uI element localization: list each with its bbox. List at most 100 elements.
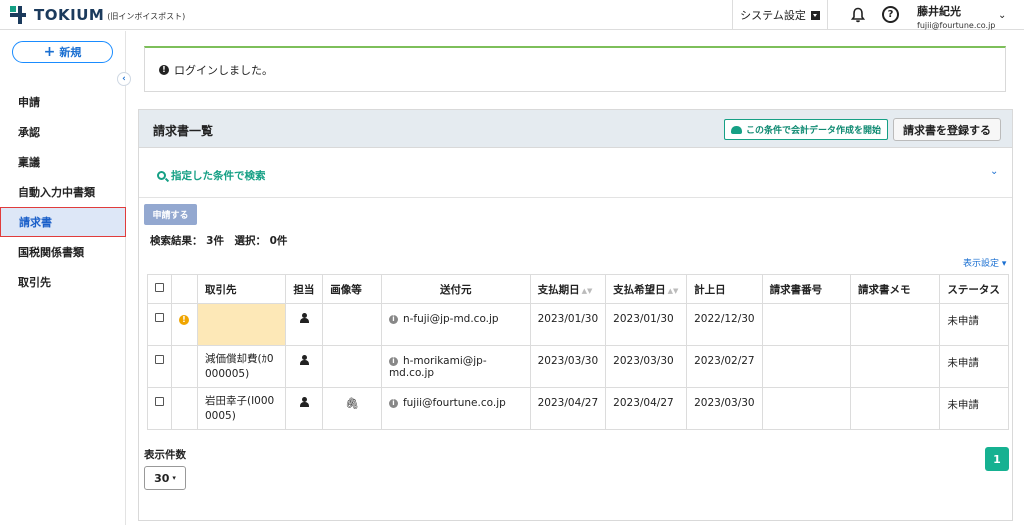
- column-header-desired-date[interactable]: 支払希望日 ▲▼: [605, 274, 688, 304]
- column-header-images: 画像等: [322, 274, 382, 304]
- user-name: 藤井紀光: [917, 5, 961, 18]
- table-header-row: 取引先 担当 画像等 送付元 支払期日 ▲▼ 支払希望日 ▲▼ 計上日 請求書番号 …: [147, 274, 1009, 304]
- memo-cell: [849, 303, 941, 346]
- chevron-down-icon[interactable]: ⌄: [998, 10, 1006, 21]
- invoice-table: 取引先 担当 画像等 送付元 支払期日 ▲▼ 支払希望日 ▲▼ 計上日 請求書番号 …: [147, 274, 1009, 430]
- collapse-sidebar-icon[interactable]: ‹: [117, 72, 131, 86]
- sidebar-item-label: 申請: [18, 96, 40, 109]
- sidebar-item-label: 請求書: [19, 216, 52, 229]
- row-alert-cell: [171, 387, 198, 430]
- owner-cell: [285, 345, 324, 388]
- column-header-client: 取引先: [196, 274, 287, 304]
- sort-icon: ▲▼: [581, 286, 593, 295]
- row-checkbox[interactable]: [155, 397, 164, 406]
- search-link-label: 指定した条件で検索: [171, 170, 266, 182]
- search-results-count: 検索結果： 3件 選択： 0件: [150, 235, 288, 247]
- select-all-cell: [147, 274, 172, 304]
- row-select-cell: [147, 345, 172, 388]
- new-button[interactable]: + 新規: [12, 41, 113, 63]
- due-date-cell: 2023/01/30: [529, 303, 607, 346]
- person-icon: [299, 313, 309, 323]
- export-button-label: この条件で会計データ作成を開始: [745, 126, 881, 136]
- desired-date-cell: 2023/04/27: [605, 387, 688, 430]
- alert-column-header: [171, 274, 198, 304]
- sidebar-item-approval[interactable]: 承認: [0, 117, 126, 147]
- client-cell: [196, 303, 287, 346]
- chevron-down-icon[interactable]: ⌄: [990, 166, 998, 177]
- sidebar-item-label: 承認: [18, 126, 40, 139]
- person-icon: [299, 397, 309, 407]
- column-header-posting-date: 計上日: [686, 274, 763, 304]
- sidebar-item-clients[interactable]: 取引先: [0, 267, 126, 297]
- column-header-memo: 請求書メモ: [849, 274, 941, 304]
- row-alert-cell: !: [171, 303, 198, 346]
- select-all-checkbox[interactable]: [155, 283, 164, 292]
- pagination-page-1[interactable]: 1: [985, 447, 1009, 471]
- sender-email: n-fuji@jp-md.co.jp: [402, 313, 499, 325]
- tokium-logo[interactable]: TOKIUM (旧インボイスポスト): [10, 6, 185, 24]
- user-email: fujii@fourtune.co.jp: [917, 21, 996, 30]
- paperclip-icon[interactable]: 🖇: [345, 397, 359, 410]
- panel-header: 請求書一覧 この条件で会計データ作成を開始 請求書を登録する: [139, 110, 1012, 148]
- due-date-cell: 2023/03/30: [529, 345, 607, 388]
- tokium-logo-icon: [10, 6, 30, 24]
- user-menu[interactable]: 藤井紀光 fujii@fourtune.co.jp: [917, 3, 995, 30]
- info-circle-icon: !: [159, 64, 169, 75]
- register-invoice-button[interactable]: 請求書を登録する: [893, 118, 1001, 141]
- images-cell: [322, 303, 382, 346]
- search-icon: [157, 171, 166, 180]
- top-header: TOKIUM (旧インボイスポスト) システム設定 ? 藤井紀光 fujii@f…: [0, 0, 1024, 30]
- search-toggle-row[interactable]: 指定した条件で検索 ⌄: [139, 148, 1012, 198]
- row-checkbox[interactable]: [155, 313, 164, 322]
- bell-icon[interactable]: [850, 7, 866, 23]
- invoice-no-cell: [761, 387, 852, 430]
- sender-cell: i n-fuji@jp-md.co.jp: [380, 303, 531, 346]
- logo-text: TOKIUM: [34, 6, 105, 24]
- table-row[interactable]: 岩田幸子(I0000005) 🖇 i fujii@fourtune.co.jp 2…: [147, 387, 1009, 430]
- help-icon[interactable]: ?: [882, 6, 899, 23]
- posting-date-cell: 2023/02/27: [686, 345, 763, 388]
- column-header-due-date[interactable]: 支払期日 ▲▼: [529, 274, 607, 304]
- row-alert-cell: [171, 345, 198, 388]
- column-header-owner: 担当: [285, 274, 324, 304]
- per-page-select[interactable]: 30 ▾: [144, 466, 186, 490]
- export-accounting-data-button[interactable]: この条件で会計データ作成を開始: [724, 119, 888, 140]
- sidebar-item-tax-documents[interactable]: 国税関係書類: [0, 237, 126, 267]
- sidebar-item-invoices[interactable]: 請求書: [0, 207, 126, 237]
- system-settings-label: システム設定: [740, 9, 806, 22]
- status-cell: 未申請: [939, 303, 1009, 346]
- invoice-no-cell: [761, 345, 852, 388]
- sort-icon: ▲▼: [667, 286, 679, 295]
- logo-subtitle: (旧インボイスポスト): [107, 12, 186, 21]
- column-header-status: ステータス: [939, 274, 1009, 304]
- sender-cell: i fujii@fourtune.co.jp: [380, 387, 531, 430]
- memo-cell: [849, 387, 941, 430]
- row-select-cell: [147, 387, 172, 430]
- sender-header-label: 送付元: [440, 283, 472, 296]
- sidebar-item-label: 稟議: [18, 156, 40, 169]
- person-icon: [299, 355, 309, 365]
- memo-cell: [849, 345, 941, 388]
- sender-cell: i h-morikami@jp-md.co.jp: [380, 345, 531, 388]
- column-header-invoice-no: 請求書番号: [761, 274, 852, 304]
- sidebar-nav: 申請 承認 稟議 自動入力中書類 請求書 国税関係書類 取引先: [0, 87, 126, 297]
- owner-cell: [285, 387, 324, 430]
- alert-message: ログインしました。: [174, 63, 273, 77]
- sidebar-item-label: 自動入力中書類: [18, 186, 95, 199]
- status-cell: 未申請: [939, 345, 1009, 388]
- display-settings-link[interactable]: 表示設定 ▾: [963, 256, 1006, 269]
- table-row[interactable]: ! i n-fuji@jp-md.co.jp 2023/01/30 2023/01…: [147, 303, 1009, 346]
- posting-date-cell: 2022/12/30: [686, 303, 763, 346]
- row-checkbox[interactable]: [155, 355, 164, 364]
- column-header-sender: 送付元: [380, 274, 531, 304]
- sidebar-item-auto-input-docs[interactable]: 自動入力中書類: [0, 177, 126, 207]
- desired-date-header-label: 支払希望日: [613, 283, 666, 296]
- sidebar-item-proposal[interactable]: 稟議: [0, 147, 126, 177]
- sidebar-item-application[interactable]: 申請: [0, 87, 126, 117]
- caret-down-icon: [810, 10, 820, 20]
- search-conditions-link[interactable]: 指定した条件で検索: [157, 168, 266, 183]
- apply-button[interactable]: 申請する: [144, 204, 197, 225]
- table-row[interactable]: 減価償却費(ｶ0000005) i h-morikami@jp-md.co.jp …: [147, 345, 1009, 388]
- row-select-cell: [147, 303, 172, 346]
- system-settings-menu[interactable]: システム設定: [732, 0, 828, 30]
